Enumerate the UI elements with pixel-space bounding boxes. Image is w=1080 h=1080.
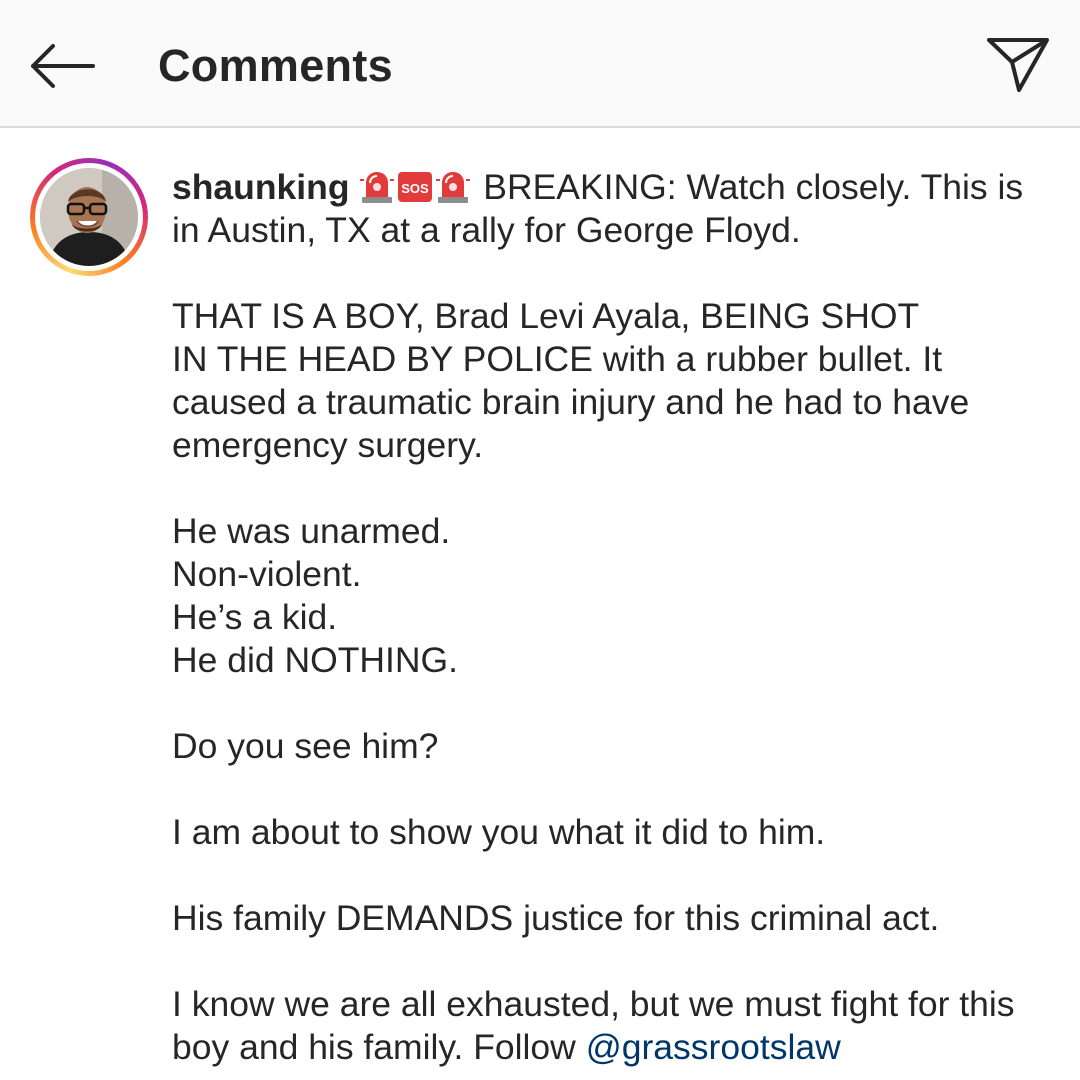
police-light-emoji — [435, 169, 471, 205]
police-light-emoji — [359, 169, 395, 205]
avatar-story-ring[interactable] — [30, 158, 148, 276]
svg-text:SOS: SOS — [402, 181, 430, 196]
arrow-left-icon — [31, 44, 95, 88]
comments-screen: Comments shaunking SOS BREAKING: Watch c… — [0, 0, 1080, 1080]
avatar-photo — [40, 168, 138, 266]
mention-link[interactable]: @grassrootslaw — [586, 1027, 841, 1067]
comments-header: Comments — [0, 0, 1080, 128]
paper-plane-icon — [987, 38, 1049, 92]
back-button[interactable] — [22, 28, 102, 104]
avatar — [40, 168, 138, 266]
comment-username[interactable]: shaunking — [172, 167, 350, 207]
share-button[interactable] — [978, 26, 1058, 102]
comment-item: shaunking SOS BREAKING: Watch closely. T… — [0, 128, 1080, 1080]
sos-emoji: SOS — [397, 169, 433, 205]
comment-text: shaunking SOS BREAKING: Watch closely. T… — [172, 166, 1032, 1069]
page-title: Comments — [158, 40, 393, 91]
comment-body: BREAKING: Watch closely. This is in Aust… — [172, 167, 1024, 1067]
